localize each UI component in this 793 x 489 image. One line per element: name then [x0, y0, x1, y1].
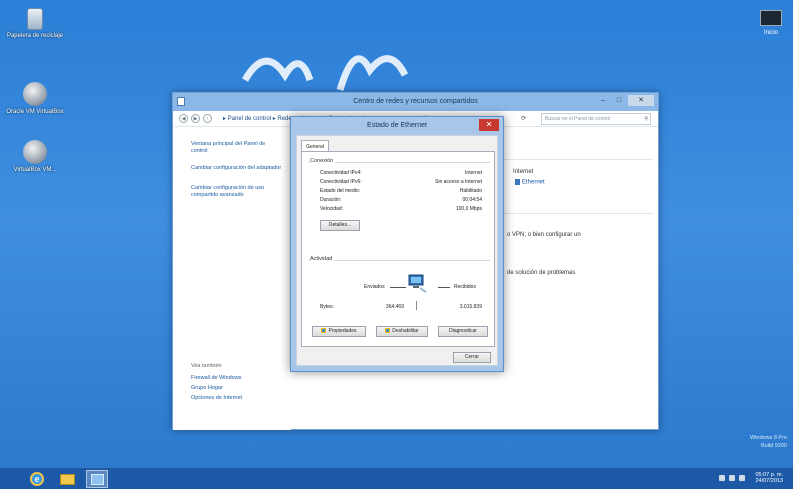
nav-link-internet-options[interactable]: Opciones de Internet	[191, 395, 283, 402]
network-tray-icon[interactable]	[729, 475, 736, 481]
disable-button[interactable]: Deshabilitar	[376, 326, 428, 337]
search-placeholder: Buscar en el Panel de control	[545, 116, 611, 122]
windows-watermark: Windows 8 Pro Build 9200	[750, 434, 787, 450]
close-button[interactable]: Cerrar	[453, 352, 491, 363]
network-activity-icon	[408, 274, 427, 293]
wallpaper-swirl	[241, 55, 409, 92]
internet-explorer-icon: e	[30, 472, 44, 486]
dialog-title: Estado de Ethernet	[367, 122, 427, 129]
bytes-label: Bytes:	[320, 304, 334, 310]
up-arrow-icon[interactable]: ↑	[203, 114, 212, 123]
ethernet-icon	[515, 179, 520, 185]
taskbar-file-explorer[interactable]	[56, 470, 78, 488]
window-system-icon[interactable]	[177, 97, 185, 106]
volume-icon[interactable]	[739, 475, 746, 481]
desktop-icon-virtualbox[interactable]: Oracle VM VirtualBox	[5, 82, 65, 116]
dialog-titlebar[interactable]: Estado de Ethernet ✕	[291, 117, 503, 135]
recycle-bin-icon	[27, 8, 43, 30]
bytes-sent-value: 364.469	[385, 304, 404, 310]
diagnose-button[interactable]: Diagnosticar	[438, 326, 488, 337]
disable-button-label: Deshabilitar	[392, 328, 419, 334]
received-label: Recibidos	[454, 284, 476, 290]
system-tray: 05:07 p. m. 24/07/2013	[719, 472, 783, 484]
virtualbox-icon	[23, 82, 47, 106]
desktop-icon-label: Oracle VM VirtualBox	[6, 109, 64, 115]
network-icon	[90, 474, 104, 485]
desktop-icon-virtualbox-vm[interactable]: VirtualBox VM...	[5, 140, 65, 174]
section-divider	[503, 213, 653, 214]
maximize-button[interactable]: □	[612, 95, 626, 106]
desktop-icon-top-right-label: Inicio	[763, 30, 778, 36]
bytes-separator	[416, 301, 417, 310]
flag-icon[interactable]	[719, 475, 726, 481]
taskbar-internet-explorer[interactable]: e	[26, 470, 48, 488]
nav-link-change-adapter[interactable]: Cambiar configuración del adaptador	[191, 165, 283, 172]
desktop-icon-recycle-bin[interactable]: Papelera de reciclaje	[5, 8, 65, 40]
nav-link-control-panel-home[interactable]: Ventana principal del Panel de control	[191, 141, 283, 155]
properties-button[interactable]: Propiedades	[312, 326, 366, 337]
see-also-heading: Vea también	[191, 363, 222, 369]
desktop-icon-label: Papelera de reciclaje	[6, 33, 64, 39]
duration-value: 00:04:54	[462, 197, 482, 203]
clock[interactable]: 05:07 p. m. 24/07/2013	[755, 472, 783, 484]
activity-group-label: Actividad	[310, 256, 335, 262]
media-state-value: Habilitado	[459, 188, 482, 194]
media-state-label: Estado del medio:	[320, 188, 361, 194]
desktop-icon-label: VirtualBox VM...	[13, 167, 57, 173]
ethernet-link-label: Ethernet	[522, 179, 545, 186]
vpn-setup-text[interactable]: o VPN; o bien configurar un	[507, 232, 581, 238]
window-close-button[interactable]: ✕	[628, 95, 654, 106]
minimize-button[interactable]: –	[596, 95, 610, 106]
group-line	[308, 260, 490, 261]
folder-icon	[59, 474, 75, 485]
taskbar: e 05:07 p. m. 24/07/2013	[0, 467, 793, 489]
troubleshoot-text[interactable]: de solución de problemas	[507, 270, 575, 276]
back-arrow-icon[interactable]: ◀	[179, 114, 188, 123]
access-type-value: Internet	[513, 169, 534, 175]
properties-button-label: Propiedades	[328, 328, 357, 334]
dialog-close-button[interactable]: ✕	[479, 119, 499, 131]
virtualbox-vm-icon	[23, 140, 47, 164]
general-tab-page: Conexión Conectividad IPv4: Internet Con…	[301, 151, 495, 347]
section-divider	[503, 159, 653, 160]
ipv6-value: Sin acceso a Internet	[435, 179, 482, 185]
duration-label: Duración:	[320, 197, 342, 203]
watermark-edition: Windows 8 Pro	[750, 435, 787, 441]
taskbar-network-center[interactable]	[86, 470, 108, 488]
search-icon[interactable]: ⚲	[644, 114, 648, 124]
left-nav-pane: Ventana principal del Panel de control C…	[173, 127, 291, 430]
nav-link-homegroup[interactable]: Grupo Hogar	[191, 385, 283, 392]
ipv4-label: Conectividad IPv4:	[320, 170, 362, 176]
refresh-icon[interactable]: ⟳	[521, 111, 526, 127]
ethernet-link[interactable]: Ethernet	[515, 179, 545, 186]
nav-link-firewall[interactable]: Firewall de Windows	[191, 375, 283, 382]
shield-icon	[321, 328, 327, 333]
bytes-received-value: 3.015.839	[459, 304, 482, 310]
group-line	[308, 162, 490, 163]
speed-value: 100,0 Mbps	[455, 206, 482, 212]
shield-icon	[385, 328, 391, 333]
watermark-build: Build 9200	[761, 443, 787, 449]
dialog-body: General Conexión Conectividad IPv4: Inte…	[296, 135, 498, 366]
window-titlebar[interactable]: Centro de redes y recursos compartidos –…	[173, 93, 658, 111]
forward-arrow-icon[interactable]: ▶	[191, 114, 200, 123]
clock-date: 24/07/2013	[755, 478, 783, 484]
sent-label: Enviados	[364, 284, 385, 290]
ipv4-value: Internet	[465, 170, 482, 176]
sent-line	[390, 287, 406, 288]
connection-group-label: Conexión	[310, 158, 336, 164]
details-button[interactable]: Detalles...	[320, 220, 360, 231]
window-title: Centro de redes y recursos compartidos	[353, 98, 478, 105]
ethernet-status-dialog: Estado de Ethernet ✕ General Conexión Co…	[290, 116, 504, 372]
nav-link-advanced-sharing[interactable]: Cambiar configuración de uso compartido …	[191, 185, 283, 199]
ipv6-label: Conectividad IPv6:	[320, 179, 362, 185]
desktop-icon-top-right[interactable]	[760, 10, 782, 26]
speed-label: Velocidad:	[320, 206, 344, 212]
search-input[interactable]: Buscar en el Panel de control ⚲	[541, 113, 651, 125]
received-line	[438, 287, 450, 288]
